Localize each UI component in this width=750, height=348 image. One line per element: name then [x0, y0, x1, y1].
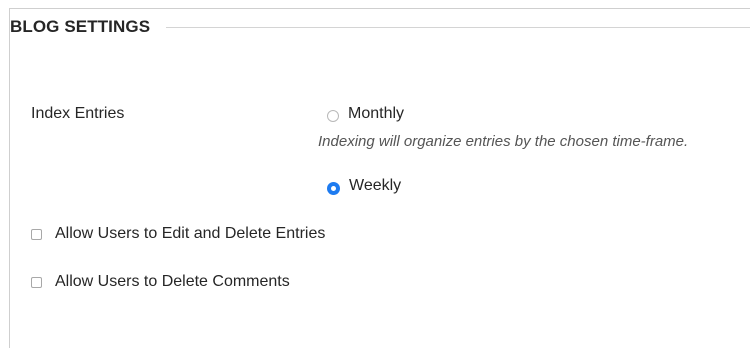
section-title: BLOG SETTINGS: [10, 17, 151, 36]
checkbox-delete-comments-label[interactable]: Allow Users to Delete Comments: [55, 273, 290, 291]
checkbox-edit-delete-entries[interactable]: [31, 228, 42, 240]
radio-monthly-button[interactable]: [327, 110, 339, 122]
radio-monthly-label[interactable]: Monthly: [348, 105, 404, 123]
checkbox-delete-comments[interactable]: [31, 276, 42, 288]
checkbox-row-edit-delete-entries[interactable]: Allow Users to Edit and Delete Entries: [31, 225, 325, 243]
radio-weekly-button[interactable]: [327, 181, 340, 195]
radio-option-monthly[interactable]: Monthly: [327, 105, 404, 123]
index-entries-label: Index Entries: [31, 105, 125, 122]
index-entries-help-text: Indexing will organize entries by the ch…: [318, 133, 689, 150]
section-divider: [166, 26, 750, 28]
section-header: BLOG SETTINGS: [10, 16, 750, 38]
checkbox-edit-delete-entries-label[interactable]: Allow Users to Edit and Delete Entries: [55, 225, 325, 243]
radio-option-weekly[interactable]: Weekly: [327, 177, 401, 195]
radio-weekly-label[interactable]: Weekly: [349, 177, 401, 195]
checkbox-row-delete-comments[interactable]: Allow Users to Delete Comments: [31, 273, 290, 291]
